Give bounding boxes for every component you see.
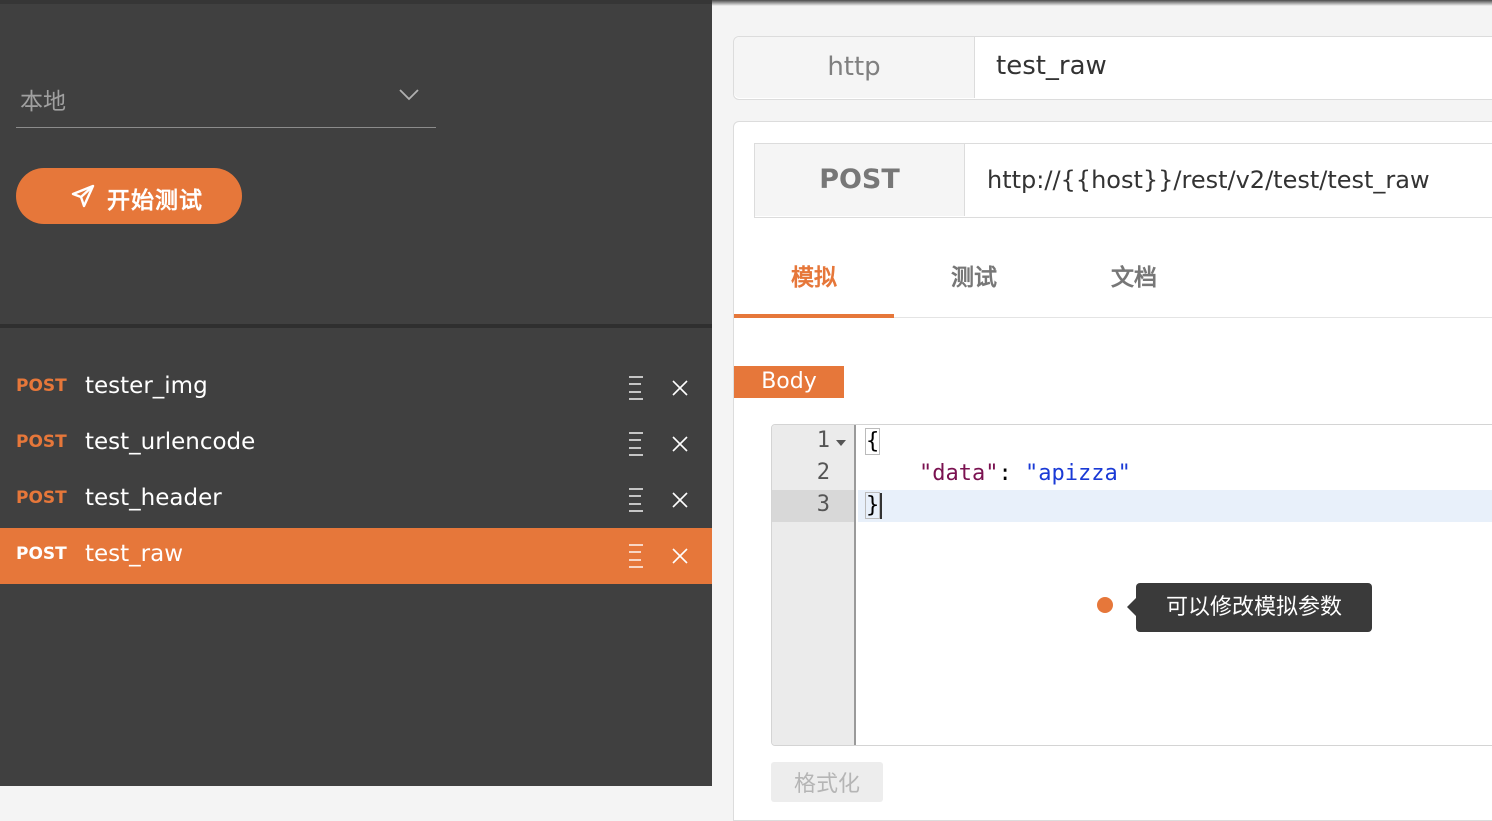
send-icon	[71, 184, 95, 208]
close-icon[interactable]	[671, 435, 689, 453]
format-button[interactable]: 格式化	[771, 762, 883, 802]
request-method: POST	[16, 376, 67, 396]
line-gutter: 1 2 3	[772, 425, 856, 745]
start-test-label: 开始测试	[107, 188, 203, 214]
menu-icon[interactable]	[627, 543, 645, 569]
code-line: "data": "apizza"	[866, 458, 1131, 490]
line-number: 2	[816, 460, 830, 485]
close-brace: }	[864, 492, 881, 519]
tab-test[interactable]: 测试	[894, 242, 1054, 318]
tab-bar: 模拟 测试 文档	[734, 242, 1492, 318]
request-item-test-raw[interactable]: POST test_raw	[0, 528, 712, 584]
request-item-test-header[interactable]: POST test_header	[0, 472, 712, 528]
url-input[interactable]: http://{{host}}/rest/v2/test/test_raw	[987, 166, 1430, 194]
start-test-button[interactable]: 开始测试	[16, 168, 242, 224]
request-card: POST http://{{host}}/rest/v2/test/test_r…	[733, 121, 1492, 821]
close-icon[interactable]	[671, 379, 689, 397]
json-colon: :	[998, 461, 1025, 486]
environment-value: 本地	[20, 89, 66, 115]
url-bar: POST http://{{host}}/rest/v2/test/test_r…	[754, 143, 1492, 218]
hint-dot[interactable]	[1097, 597, 1113, 613]
request-item-tester-img[interactable]: POST tester_img	[0, 360, 712, 416]
protocol-select[interactable]: http	[734, 37, 975, 98]
line-number: 1	[816, 428, 830, 453]
menu-icon[interactable]	[627, 487, 645, 513]
code-content[interactable]: { "data": "apizza" }	[864, 425, 1131, 550]
menu-icon[interactable]	[627, 375, 645, 401]
api-name-bar: http test_raw	[733, 36, 1492, 100]
method-select[interactable]: POST	[755, 144, 965, 216]
line-number: 3	[816, 492, 830, 517]
request-method: POST	[16, 432, 67, 452]
json-key: "data"	[918, 461, 999, 486]
request-list: POST tester_img POST test_urlencode POST…	[0, 360, 712, 584]
code-editor[interactable]: 1 2 3 { "data": "apizza" }	[771, 424, 1492, 746]
api-name-input[interactable]: test_raw	[996, 51, 1107, 81]
open-brace: {	[864, 428, 881, 455]
request-name: test_urlencode	[85, 429, 256, 455]
text-cursor	[880, 493, 883, 519]
sidebar: 本地 开始测试 POST tester_img POST test_urlenc…	[0, 0, 712, 786]
chevron-down-icon	[399, 89, 419, 101]
request-name: tester_img	[85, 373, 208, 399]
request-item-test-urlencode[interactable]: POST test_urlencode	[0, 416, 712, 472]
request-method: POST	[16, 544, 67, 564]
close-icon[interactable]	[671, 491, 689, 509]
menu-icon[interactable]	[627, 431, 645, 457]
sidebar-top-border	[0, 0, 712, 4]
request-method: POST	[16, 488, 67, 508]
request-name: test_header	[85, 485, 222, 511]
tab-mock[interactable]: 模拟	[734, 242, 894, 318]
tab-docs[interactable]: 文档	[1054, 242, 1214, 318]
environment-select[interactable]: 本地	[16, 72, 436, 128]
code-line: {	[864, 426, 881, 458]
json-value: "apizza"	[1024, 461, 1131, 486]
code-line: }	[864, 490, 883, 522]
request-name: test_raw	[85, 541, 184, 567]
body-label: Body	[734, 366, 844, 398]
top-shadow	[712, 0, 1492, 6]
fold-arrow-icon[interactable]	[836, 440, 846, 446]
main-panel: http test_raw POST http://{{host}}/rest/…	[712, 0, 1492, 821]
sidebar-divider	[0, 324, 712, 328]
close-icon[interactable]	[671, 547, 689, 565]
hint-tooltip: 可以修改模拟参数	[1127, 583, 1372, 632]
